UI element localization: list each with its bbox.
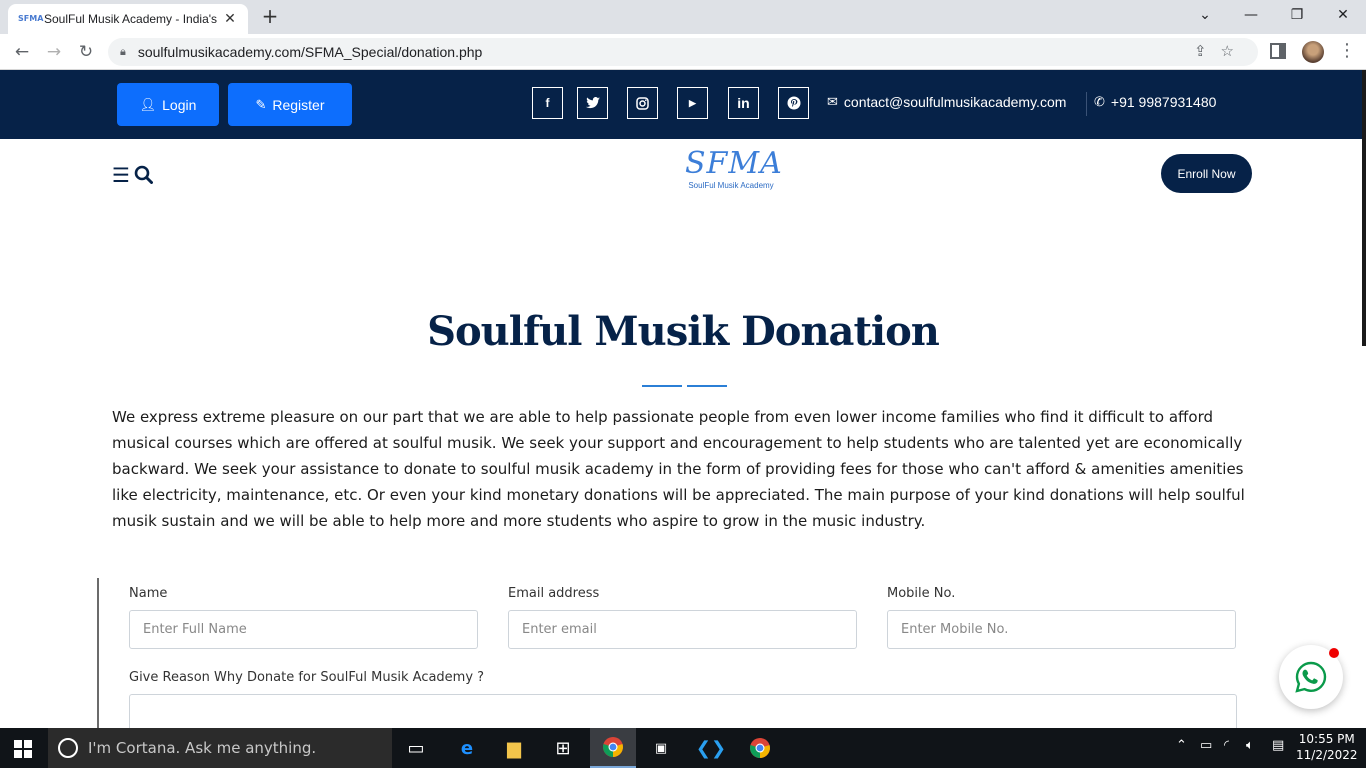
email-text: contact@soulfulmusikacademy.com: [843, 94, 1067, 110]
contact-email[interactable]: ✉ contact@soulfulmusikacademy.com: [827, 94, 1066, 110]
mobile-label: Mobile No.: [887, 586, 956, 601]
cortana-icon: [58, 738, 78, 758]
profile-avatar[interactable]: [1302, 41, 1324, 63]
envelope-icon: ✉: [827, 94, 838, 109]
linkedin-icon[interactable]: in: [728, 87, 759, 119]
topbar-divider: [1086, 92, 1087, 116]
store-icon[interactable]: ⊞: [540, 728, 586, 768]
browser-toolbar: ← → ↻ 🔒︎ soulfulmusikacademy.com/SFMA_Sp…: [0, 34, 1366, 70]
url-text[interactable]: soulfulmusikacademy.com/SFMA_Special/don…: [138, 44, 482, 60]
register-label: Register: [272, 96, 325, 113]
reload-icon[interactable]: ↻: [74, 40, 98, 64]
page-scrollbar[interactable]: [1362, 70, 1366, 346]
site-logo[interactable]: SFMA SoulFul Musik Academy: [685, 146, 783, 197]
edit-icon: ✎: [255, 96, 267, 112]
hamburger-menu-icon[interactable]: ☰: [112, 163, 130, 187]
title-underline-right: [687, 385, 727, 387]
tab-close-icon[interactable]: ✕: [222, 11, 238, 27]
page-title: Soulful Musik Donation: [427, 308, 940, 355]
menu-kebab-icon[interactable]: ⋮: [1338, 40, 1356, 61]
site-favicon-icon: SFMA: [18, 14, 44, 23]
search-icon[interactable]: [134, 165, 153, 184]
email-input[interactable]: Enter email: [508, 610, 857, 649]
wifi-icon[interactable]: ◜: [1224, 738, 1229, 753]
email-label: Email address: [508, 586, 600, 601]
tab-title: SoulFul Musik Academy - India's: [44, 12, 218, 26]
file-explorer-icon[interactable]: ▆: [491, 728, 537, 768]
page-viewport: 👤︎ Login ✎ Register f ▶︎ in ✉ contact@so…: [0, 70, 1366, 728]
title-underline-left: [642, 385, 682, 387]
cortana-search-box[interactable]: I'm Cortana. Ask me anything.: [48, 728, 392, 768]
taskbar-clock[interactable]: 10:55 PM 11/2/2022: [1296, 731, 1358, 763]
facebook-icon[interactable]: f: [532, 87, 563, 119]
task-view-icon[interactable]: ▭: [393, 728, 439, 768]
twitter-icon[interactable]: [577, 87, 608, 119]
notifications-icon[interactable]: ▤: [1272, 738, 1284, 753]
site-header: ☰ SFMA SoulFul Musik Academy Enroll Now: [0, 139, 1366, 209]
terminal-icon[interactable]: ▣: [638, 728, 684, 768]
youtube-icon[interactable]: ▶︎: [677, 87, 708, 119]
reason-label: Give Reason Why Donate for SoulFul Musik…: [129, 670, 485, 685]
volume-icon[interactable]: 🔈︎: [1246, 738, 1254, 753]
phone-text: +91 9987931480: [1110, 94, 1217, 110]
enroll-now-button[interactable]: Enroll Now: [1161, 154, 1252, 193]
site-topbar: 👤︎ Login ✎ Register f ▶︎ in ✉ contact@so…: [0, 70, 1366, 139]
address-bar[interactable]: 🔒︎ soulfulmusikacademy.com/SFMA_Special/…: [108, 38, 1258, 66]
restore-button[interactable]: ❐: [1274, 0, 1320, 30]
windows-taskbar: I'm Cortana. Ask me anything. ▭ e ▆ ⊞ ▣ …: [0, 728, 1366, 768]
cortana-text: I'm Cortana. Ask me anything.: [88, 739, 317, 757]
tray-chevron-icon[interactable]: ⌃: [1176, 738, 1187, 753]
instagram-icon[interactable]: [627, 87, 658, 119]
battery-icon[interactable]: ▭: [1200, 738, 1212, 753]
register-button[interactable]: ✎ Register: [228, 83, 352, 126]
logo-mark: SFMA: [685, 146, 783, 181]
browser-tab[interactable]: SFMA SoulFul Musik Academy - India's ✕: [8, 4, 248, 34]
phone-icon: ✆: [1094, 94, 1105, 109]
lock-icon[interactable]: 🔒︎: [120, 45, 126, 59]
browser-tab-strip: SFMA SoulFul Musik Academy - India's ✕ +…: [0, 0, 1366, 34]
notification-dot: [1329, 648, 1339, 658]
logo-subtitle: SoulFul Musik Academy: [688, 181, 774, 190]
side-panel-icon[interactable]: [1270, 43, 1286, 59]
donation-form: Name Enter Full Name Email address Enter…: [97, 578, 1247, 728]
share-star-icons[interactable]: ⇪☆: [1194, 42, 1248, 60]
whatsapp-icon: [1295, 661, 1327, 693]
mobile-input[interactable]: Enter Mobile No.: [887, 610, 1236, 649]
intro-paragraph: We express extreme pleasure on our part …: [112, 408, 1245, 530]
vscode-icon[interactable]: ❮❯: [688, 728, 734, 768]
chrome-icon[interactable]: [737, 728, 783, 768]
back-arrow-icon[interactable]: ←: [10, 40, 34, 64]
close-window-button[interactable]: ✕: [1320, 0, 1366, 30]
reason-textarea[interactable]: [129, 694, 1237, 728]
edge-icon[interactable]: e: [444, 728, 490, 768]
name-input[interactable]: Enter Full Name: [129, 610, 478, 649]
clock-time: 10:55 PM: [1298, 732, 1355, 746]
login-label: Login: [162, 96, 197, 113]
login-button[interactable]: 👤︎ Login: [117, 83, 219, 126]
contact-phone[interactable]: ✆ +91 9987931480: [1094, 94, 1216, 110]
windows-start-icon[interactable]: [14, 740, 32, 758]
name-label: Name: [129, 586, 168, 601]
forward-arrow-icon[interactable]: →: [42, 40, 66, 64]
minimize-button[interactable]: —: [1228, 0, 1274, 30]
pinterest-icon[interactable]: [778, 87, 809, 119]
user-icon: 👤︎: [139, 96, 157, 112]
new-tab-button[interactable]: +: [258, 6, 282, 28]
tab-search-chevron-icon[interactable]: ⌄: [1182, 0, 1228, 30]
clock-date: 11/2/2022: [1296, 748, 1358, 762]
chrome-active-icon[interactable]: [590, 728, 636, 768]
